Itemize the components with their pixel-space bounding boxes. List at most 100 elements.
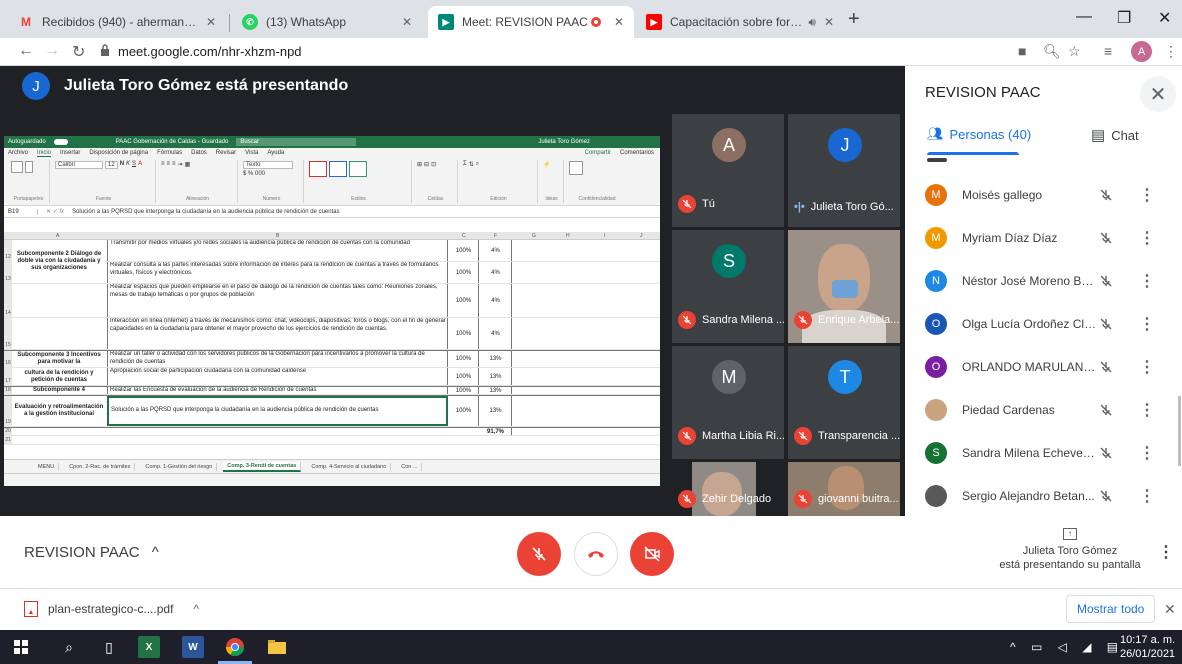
table-row: 12 Subcomponente 2 Diálogo de doble vía … [4,240,660,283]
search-icon[interactable]: ⌕ [58,636,80,658]
close-tab-icon[interactable]: ✕ [394,15,412,29]
tab-gmail[interactable]: M Recibidos (940) - ahermandez@g ✕ [8,6,226,38]
tab-youtube[interactable]: ▶ Capacitación sobre formulac 🔊︎ ✕ [636,6,844,38]
more-options-icon[interactable]: ⋮ [1139,357,1155,377]
participant-tile[interactable]: giovanni buitra... [788,462,900,516]
browser-menu-icon[interactable]: ⋮ [1164,43,1178,60]
close-window-icon[interactable]: ✕ [1158,8,1171,28]
more-options-icon[interactable]: ⋮ [1139,185,1155,205]
list-item[interactable]: O ORLANDO MARULAND... ⋮ [905,346,1182,388]
meeting-details-button[interactable]: REVISION PAAC ^ [24,544,159,561]
profile-avatar[interactable]: A [1131,41,1152,62]
presenter-status-name: Julieta Toro Gómez [1022,545,1118,557]
table-row: 20 91,7% [4,427,660,436]
participant-tile[interactable]: A Tú [672,114,784,227]
system-tray-icons[interactable]: ^ ▭ ◁ ◢ ▤ [1010,640,1124,654]
url-input[interactable]: meet.google.com/nhr-xhzm-npd [118,44,302,59]
more-options-icon[interactable]: ⋮ [1139,271,1155,291]
list-item[interactable]: N Néstor José Moreno Bel... ⋮ [905,260,1182,302]
download-item[interactable]: ▲ plan-estrategico-c....pdf ^ [24,601,199,617]
recording-icon [590,17,601,27]
autosave-label: Autoguardado [8,139,46,145]
excel-comments: Comentarios [619,150,654,156]
participant-tile[interactable]: M Martha Libia Ri... [672,346,784,459]
audio-playing-icon[interactable]: 🔊︎ [808,15,816,30]
mic-toggle-button[interactable] [517,532,561,576]
list-item[interactable]: M Moisés gallego ⋮ [905,174,1182,216]
mic-off-icon [1100,447,1112,459]
more-options-icon[interactable]: ⋮ [1139,486,1155,506]
task-view-icon[interactable]: ▯ [98,636,120,658]
close-panel-button[interactable]: ✕ [1140,76,1176,112]
more-options-icon[interactable]: ⋮ [1158,542,1174,562]
mic-off-icon [794,427,812,445]
maximize-icon[interactable]: ❐ [1117,8,1131,28]
mic-off-icon [1100,490,1112,502]
participant-tile[interactable]: Enrique Arbela... [788,230,900,343]
lock-icon [101,44,109,56]
excel-menu-item: Revisar [215,150,237,156]
close-tab-icon[interactable]: ✕ [198,15,216,29]
excel-menu-item: Disposición de página [89,150,149,156]
chrome-app-icon[interactable] [224,636,246,658]
tab-chat[interactable]: ▤ Chat [1091,126,1139,144]
active-tab-indicator [927,152,1019,155]
minimize-icon[interactable]: — [1076,8,1092,26]
participant-tile[interactable]: T Transparencia ... [788,346,900,459]
excel-menu-item: Archivo [8,150,29,156]
tab-meet[interactable]: ▶ Meet: REVISION PAAC ✕ [428,6,634,38]
tab-people[interactable]: 👥︎ Personas (40) [927,126,1031,142]
file-explorer-icon[interactable] [266,636,288,658]
shared-screen-excel: Autoguardado PAAC Gobernación de Caldas … [4,136,660,486]
list-item[interactable]: O Olga Lucía Ordoñez Cla... ⋮ [905,303,1182,345]
participant-tile[interactable]: Zehir Delgado [672,462,784,516]
word-app-icon[interactable]: W [182,636,204,658]
more-options-icon[interactable]: ⋮ [1139,314,1155,334]
reading-list-icon[interactable]: ≡ [1104,43,1112,59]
more-options-icon[interactable]: ⋮ [1139,400,1155,420]
back-icon[interactable]: ← [18,42,34,60]
forward-icon[interactable]: → [44,42,60,60]
close-download-shelf-icon[interactable]: ✕ [1164,601,1176,618]
mic-off-icon [794,490,812,508]
zoom-icon[interactable]: 🔍︎ [1043,43,1061,60]
participant-name: Olga Lucía Ordoñez Cla... [962,317,1098,331]
tab-label: (13) WhatsApp [266,15,347,29]
camera-toggle-button[interactable] [630,532,674,576]
excel-title-bar: Autoguardado PAAC Gobernación de Caldas … [4,136,660,148]
clock-time: 10:17 a. m. [1120,634,1176,646]
participant-tile[interactable]: J •|• Julieta Toro Gó... [788,114,900,227]
chevron-up-icon[interactable]: ^ [193,602,199,616]
windows-start-icon[interactable] [10,636,32,658]
participant-name: giovanni buitra... [818,493,899,505]
excel-sheet-tabs: MENU Cpon. 2-Rac. de trámites Comp. 1-Ge… [4,459,660,473]
clock[interactable]: 10:17 a. m. 26/01/2021 [1120,633,1175,661]
excel-app-icon[interactable]: X [138,636,160,658]
reload-icon[interactable]: ↻ [72,42,85,62]
list-item[interactable]: M Myriam Díaz Díaz ⋮ [905,217,1182,259]
show-all-button[interactable]: Mostrar todo [1066,595,1156,623]
more-options-icon[interactable]: ⋮ [1139,228,1155,248]
new-tab-button[interactable]: + [848,8,860,31]
participant-avatar: N [925,270,947,292]
ribbon-group: ⚡ Ideas [540,160,564,203]
list-item[interactable]: S Sandra Milena Echeverr... ⋮ [905,432,1182,474]
list-item[interactable]: Sergio Alejandro Betan... ⋮ [905,475,1182,517]
camera-icon[interactable]: ■ [1018,43,1026,59]
mic-off-icon [678,311,696,329]
star-icon[interactable]: ☆ [1068,43,1081,60]
tab-whatsapp[interactable]: ✆ (13) WhatsApp ✕ [232,6,422,38]
youtube-icon: ▶ [646,14,662,30]
mic-off-icon [794,311,812,329]
participant-tile[interactable]: S Sandra Milena ... [672,230,784,343]
close-tab-icon[interactable]: ✕ [604,15,624,29]
ribbon-group: Estilos [306,160,412,203]
list-item[interactable]: Piedad Cardenas ⋮ [905,389,1182,431]
presentation-status[interactable]: ↑ Julieta Toro Gómez está presentando su… [990,526,1150,572]
more-options-icon[interactable]: ⋮ [1139,443,1155,463]
presenter-status-text: está presentando su pantalla [999,559,1141,571]
close-tab-icon[interactable]: ✕ [816,15,834,29]
participant-avatar: O [925,313,947,335]
excel-menu: Archivo Inicio Insertar Disposición de p… [4,148,660,158]
leave-call-button[interactable] [574,532,618,576]
